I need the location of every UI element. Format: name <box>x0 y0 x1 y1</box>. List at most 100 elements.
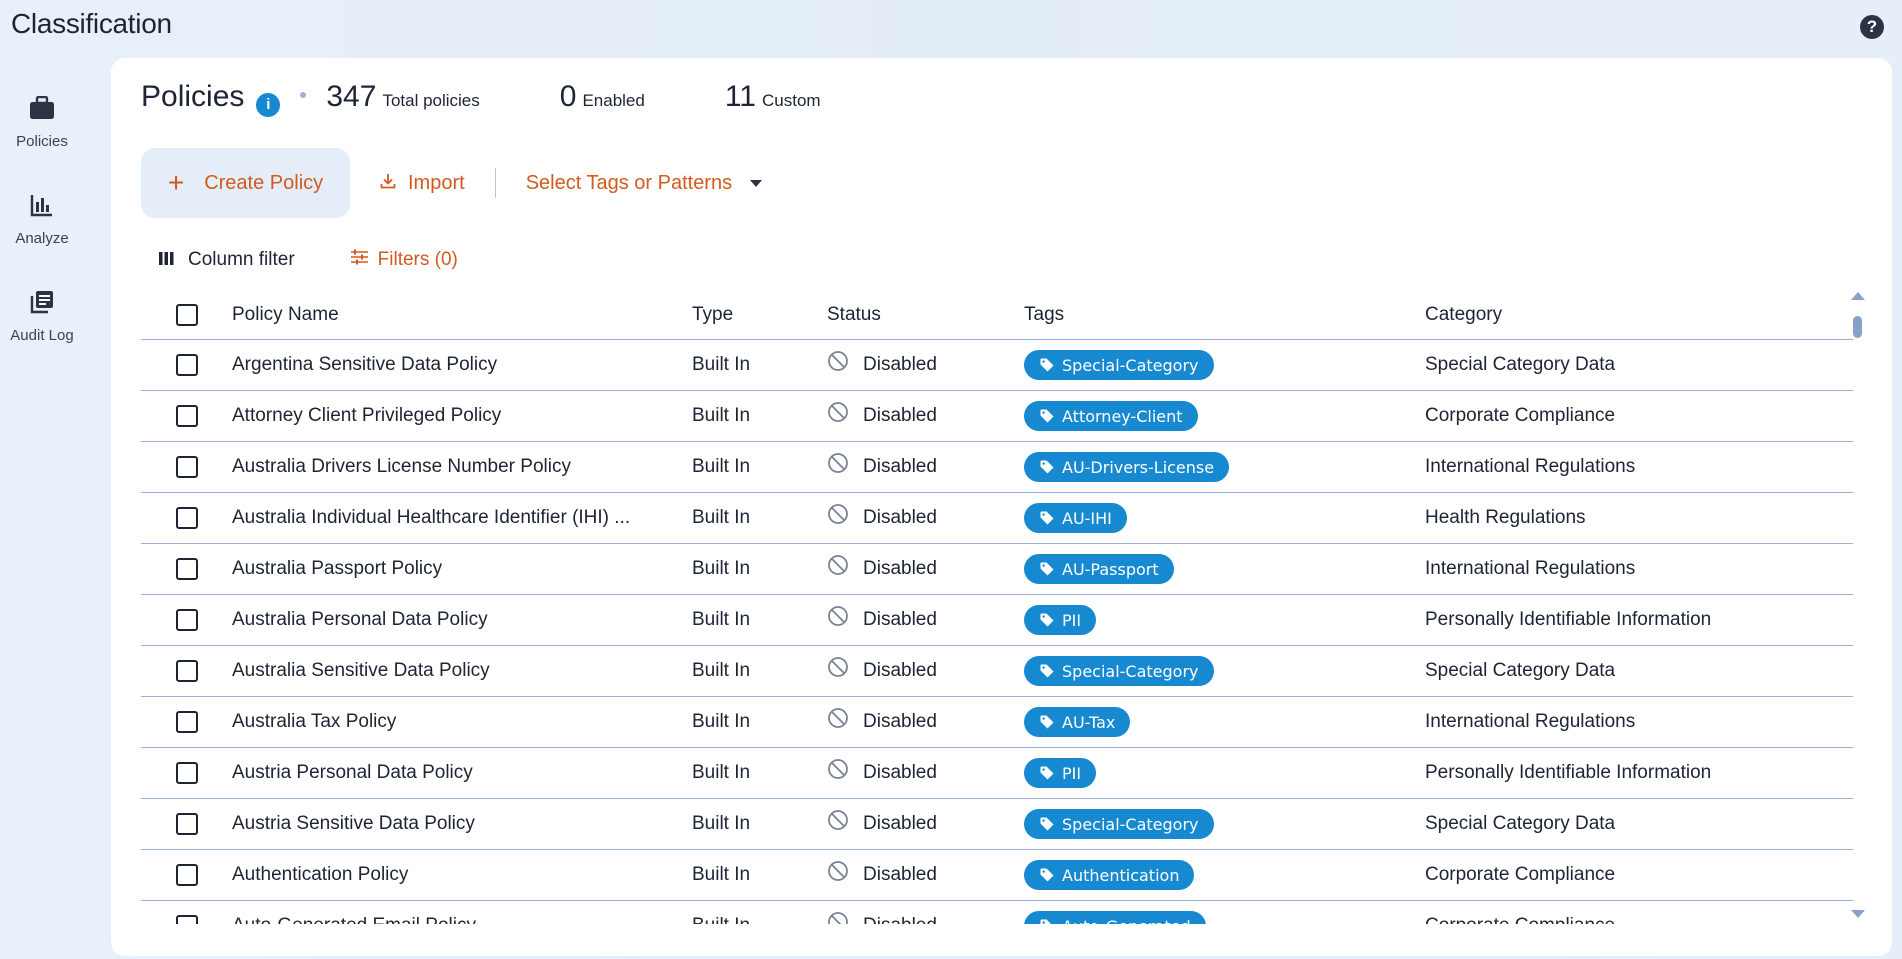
policy-type: Built In <box>692 711 751 732</box>
table-row[interactable]: Australia Personal Data Policy Built In … <box>141 595 1853 646</box>
status-text: Disabled <box>863 609 937 630</box>
row-checkbox[interactable] <box>175 915 198 924</box>
policy-name[interactable]: Auto-Generated Email Policy <box>232 915 692 924</box>
stat-custom: 11 Custom <box>725 80 821 114</box>
stat-total: 347 Total policies <box>326 80 479 114</box>
help-icon[interactable]: ? <box>1860 15 1884 39</box>
row-checkbox[interactable] <box>175 354 198 376</box>
table-row[interactable]: Australia Drivers License Number Policy … <box>141 442 1853 493</box>
create-policy-button[interactable]: + Create Policy <box>141 148 350 218</box>
toolbar: + Create Policy Import Select Tags or Pa… <box>141 148 763 218</box>
tag-badge[interactable]: AU-Drivers-License <box>1024 452 1230 482</box>
policy-category: International Regulations <box>1425 558 1636 579</box>
select-all-checkbox[interactable] <box>175 303 198 326</box>
tag-icon <box>1040 613 1054 627</box>
status-text: Disabled <box>863 864 937 885</box>
tag-badge[interactable]: Authentication <box>1024 860 1195 890</box>
sidebar: Policies Analyze Audit Log <box>0 85 84 376</box>
stat-value: 347 <box>326 80 377 113</box>
tag-icon <box>1040 562 1054 576</box>
tag-badge[interactable]: Special-Category <box>1024 656 1214 686</box>
table-row[interactable]: Auto-Generated Email Policy Built In Dis… <box>141 901 1853 924</box>
tag-badge[interactable]: Special-Category <box>1024 350 1214 380</box>
scroll-up-arrow[interactable] <box>1851 292 1865 300</box>
scrollbar-thumb[interactable] <box>1853 316 1862 338</box>
table-row[interactable]: Australia Tax Policy Built In Disabled A… <box>141 697 1853 748</box>
policy-name[interactable]: Australia Passport Policy <box>232 558 692 580</box>
policies-table: Policy Name Type Status Tags Category Ar… <box>141 290 1853 924</box>
select-tags-label: Select Tags or Patterns <box>525 171 733 194</box>
policy-name[interactable]: Australia Individual Healthcare Identifi… <box>232 507 692 529</box>
sidebar-item-label: Audit Log <box>10 327 74 344</box>
disabled-icon <box>827 809 851 833</box>
scroll-down-arrow[interactable] <box>1851 910 1865 918</box>
row-checkbox[interactable] <box>175 609 198 631</box>
disabled-icon <box>827 452 851 476</box>
main-panel: Policies i 347 Total policies 0 Enabled … <box>111 58 1892 956</box>
filters-button[interactable]: Filters (0) <box>350 249 458 271</box>
tag-label: Auto-Generated <box>1062 917 1191 925</box>
policy-name[interactable]: Australia Tax Policy <box>232 711 692 733</box>
policy-category: International Regulations <box>1425 456 1636 477</box>
column-header-tags[interactable]: Tags <box>1024 304 1425 326</box>
column-header-category[interactable]: Category <box>1425 304 1853 326</box>
page-title: Policies <box>141 80 245 113</box>
policy-name[interactable]: Austria Personal Data Policy <box>232 762 692 784</box>
tag-label: Special-Category <box>1062 355 1199 375</box>
download-icon <box>380 172 396 195</box>
column-header-status[interactable]: Status <box>827 304 1024 326</box>
column-header-name[interactable]: Policy Name <box>232 304 692 326</box>
stat-label: Enabled <box>582 91 645 110</box>
policy-name[interactable]: Australia Personal Data Policy <box>232 609 692 631</box>
disabled-icon <box>827 860 851 884</box>
tag-badge[interactable]: Special-Category <box>1024 809 1214 839</box>
policy-name[interactable]: Austria Sensitive Data Policy <box>232 813 692 835</box>
policy-name[interactable]: Australia Sensitive Data Policy <box>232 660 692 682</box>
toolbar-divider <box>494 168 496 198</box>
tag-label: PII <box>1062 610 1082 630</box>
policy-name[interactable]: Attorney Client Privileged Policy <box>232 405 692 427</box>
row-checkbox[interactable] <box>175 456 198 478</box>
tag-badge[interactable]: Auto-Generated <box>1024 911 1206 924</box>
column-filter-button[interactable]: Column filter <box>159 249 295 271</box>
row-checkbox[interactable] <box>175 660 198 682</box>
row-checkbox[interactable] <box>175 813 198 835</box>
sidebar-item-audit-log[interactable]: Audit Log <box>0 279 84 376</box>
info-icon[interactable]: i <box>256 92 281 117</box>
tag-badge[interactable]: PII <box>1024 605 1097 635</box>
tag-badge[interactable]: AU-Passport <box>1024 554 1174 584</box>
column-header-type[interactable]: Type <box>692 304 827 326</box>
sidebar-item-analyze[interactable]: Analyze <box>0 182 84 279</box>
tag-label: Authentication <box>1062 865 1180 885</box>
tag-badge[interactable]: PII <box>1024 758 1097 788</box>
tag-badge[interactable]: AU-IHI <box>1024 503 1127 533</box>
policy-category: Health Regulations <box>1425 507 1586 528</box>
row-checkbox[interactable] <box>175 558 198 580</box>
row-checkbox[interactable] <box>175 864 198 886</box>
policy-category: Corporate Compliance <box>1425 864 1616 885</box>
table-row[interactable]: Australia Sensitive Data Policy Built In… <box>141 646 1853 697</box>
table-row[interactable]: Australia Individual Healthcare Identifi… <box>141 493 1853 544</box>
disabled-icon <box>827 605 851 629</box>
table-row[interactable]: Attorney Client Privileged Policy Built … <box>141 391 1853 442</box>
policy-name[interactable]: Authentication Policy <box>232 864 692 886</box>
table-row[interactable]: Austria Sensitive Data Policy Built In D… <box>141 799 1853 850</box>
disabled-icon <box>827 911 851 924</box>
table-row[interactable]: Authentication Policy Built In Disabled … <box>141 850 1853 901</box>
table-row[interactable]: Argentina Sensitive Data Policy Built In… <box>141 340 1853 391</box>
select-tags-dropdown[interactable]: Select Tags or Patterns <box>525 171 763 195</box>
row-checkbox[interactable] <box>175 711 198 733</box>
row-checkbox[interactable] <box>175 405 198 427</box>
table-row[interactable]: Austria Personal Data Policy Built In Di… <box>141 748 1853 799</box>
import-button[interactable]: Import <box>380 172 465 195</box>
row-checkbox[interactable] <box>175 762 198 784</box>
policy-name[interactable]: Argentina Sensitive Data Policy <box>232 354 692 376</box>
sidebar-item-policies[interactable]: Policies <box>0 85 84 182</box>
table-row[interactable]: Australia Passport Policy Built In Disab… <box>141 544 1853 595</box>
policy-name[interactable]: Australia Drivers License Number Policy <box>232 456 692 478</box>
tag-badge[interactable]: Attorney-Client <box>1024 401 1198 431</box>
policy-category: Personally Identifiable Information <box>1425 762 1712 783</box>
row-checkbox[interactable] <box>175 507 198 529</box>
stat-enabled: 0 Enabled <box>560 80 645 114</box>
tag-badge[interactable]: AU-Tax <box>1024 707 1131 737</box>
